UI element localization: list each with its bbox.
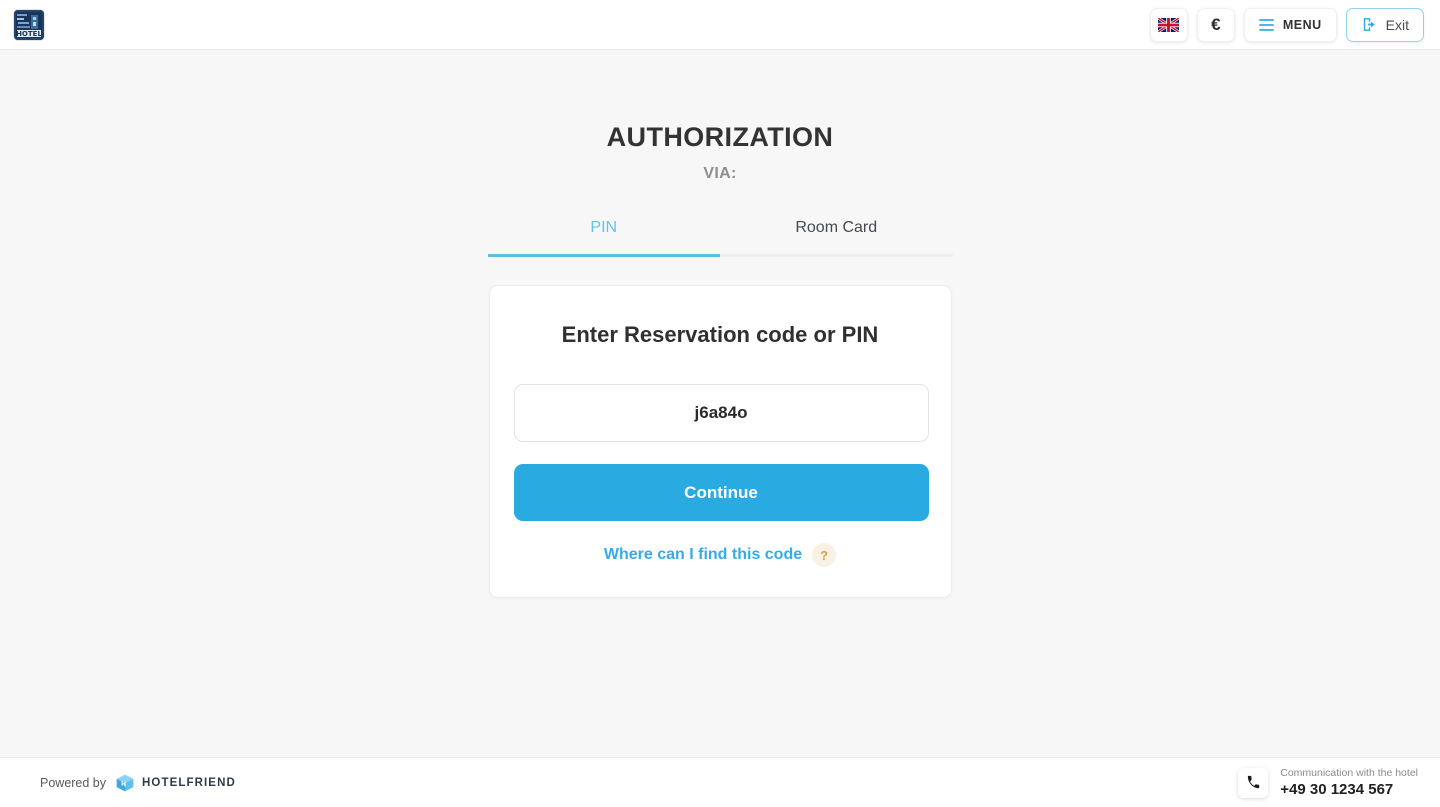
phone-icon <box>1247 775 1259 789</box>
euro-icon: € <box>1211 15 1221 34</box>
contact-label: Communication with the hotel <box>1280 766 1418 779</box>
menu-button-label: MENU <box>1282 17 1322 32</box>
hamburger-icon <box>1258 18 1274 31</box>
app-footer: Powered by HOTELFRIEND Communication wit… <box>0 757 1440 807</box>
find-code-help-label: Where can I find this code <box>603 546 803 563</box>
hotelfriend-cube-icon <box>116 774 134 791</box>
continue-button[interactable]: Continue <box>513 464 929 521</box>
hotel-contact-block: Communication with the hotel +49 30 1234… <box>1238 767 1418 798</box>
exit-icon <box>1363 18 1375 31</box>
hotelfriend-logo[interactable]: HOTELFRIEND <box>115 773 236 793</box>
menu-button[interactable]: MENU <box>1243 7 1337 42</box>
auth-card: Enter Reservation code or PIN Continue W… <box>488 285 952 598</box>
page-subtitle: VIA: <box>703 165 737 182</box>
reservation-code-input[interactable] <box>513 384 929 442</box>
currency-switcher-button[interactable]: € <box>1196 7 1235 42</box>
hotel-logo[interactable]: HOTEL <box>14 9 44 40</box>
tab-pin[interactable]: PIN <box>487 219 720 257</box>
svg-text:HOTEL: HOTEL <box>16 30 42 38</box>
hotelfriend-wordmark: HOTELFRIEND <box>142 776 236 789</box>
header-actions: € MENU Exit <box>1149 7 1424 42</box>
contact-text: Communication with the hotel +49 30 1234… <box>1280 767 1418 798</box>
page-title: AUTHORIZATION <box>606 122 834 152</box>
language-switcher-button[interactable] <box>1149 7 1188 42</box>
question-mark-icon: ? <box>812 543 837 567</box>
tab-room-card[interactable]: Room Card <box>720 219 953 257</box>
app-header: HOTEL € MENU Exit <box>0 0 1440 50</box>
exit-button-label: Exit <box>1385 16 1409 33</box>
exit-button[interactable]: Exit <box>1345 7 1424 42</box>
card-title: Enter Reservation code or PIN <box>561 322 879 347</box>
contact-phone-number: +49 30 1234 567 <box>1280 780 1394 798</box>
find-code-help-link[interactable]: Where can I find this code ? <box>514 543 927 567</box>
main-content: AUTHORIZATION VIA: PIN Room Card Enter R… <box>0 50 1440 757</box>
powered-by-block: Powered by HOTELFRIEND <box>40 773 236 793</box>
hotel-logo-icon: HOTEL <box>14 9 44 40</box>
auth-method-tabs: PIN Room Card <box>487 219 953 257</box>
powered-by-label: Powered by <box>40 775 107 790</box>
uk-flag-icon <box>1158 17 1180 32</box>
phone-button[interactable] <box>1238 767 1269 798</box>
